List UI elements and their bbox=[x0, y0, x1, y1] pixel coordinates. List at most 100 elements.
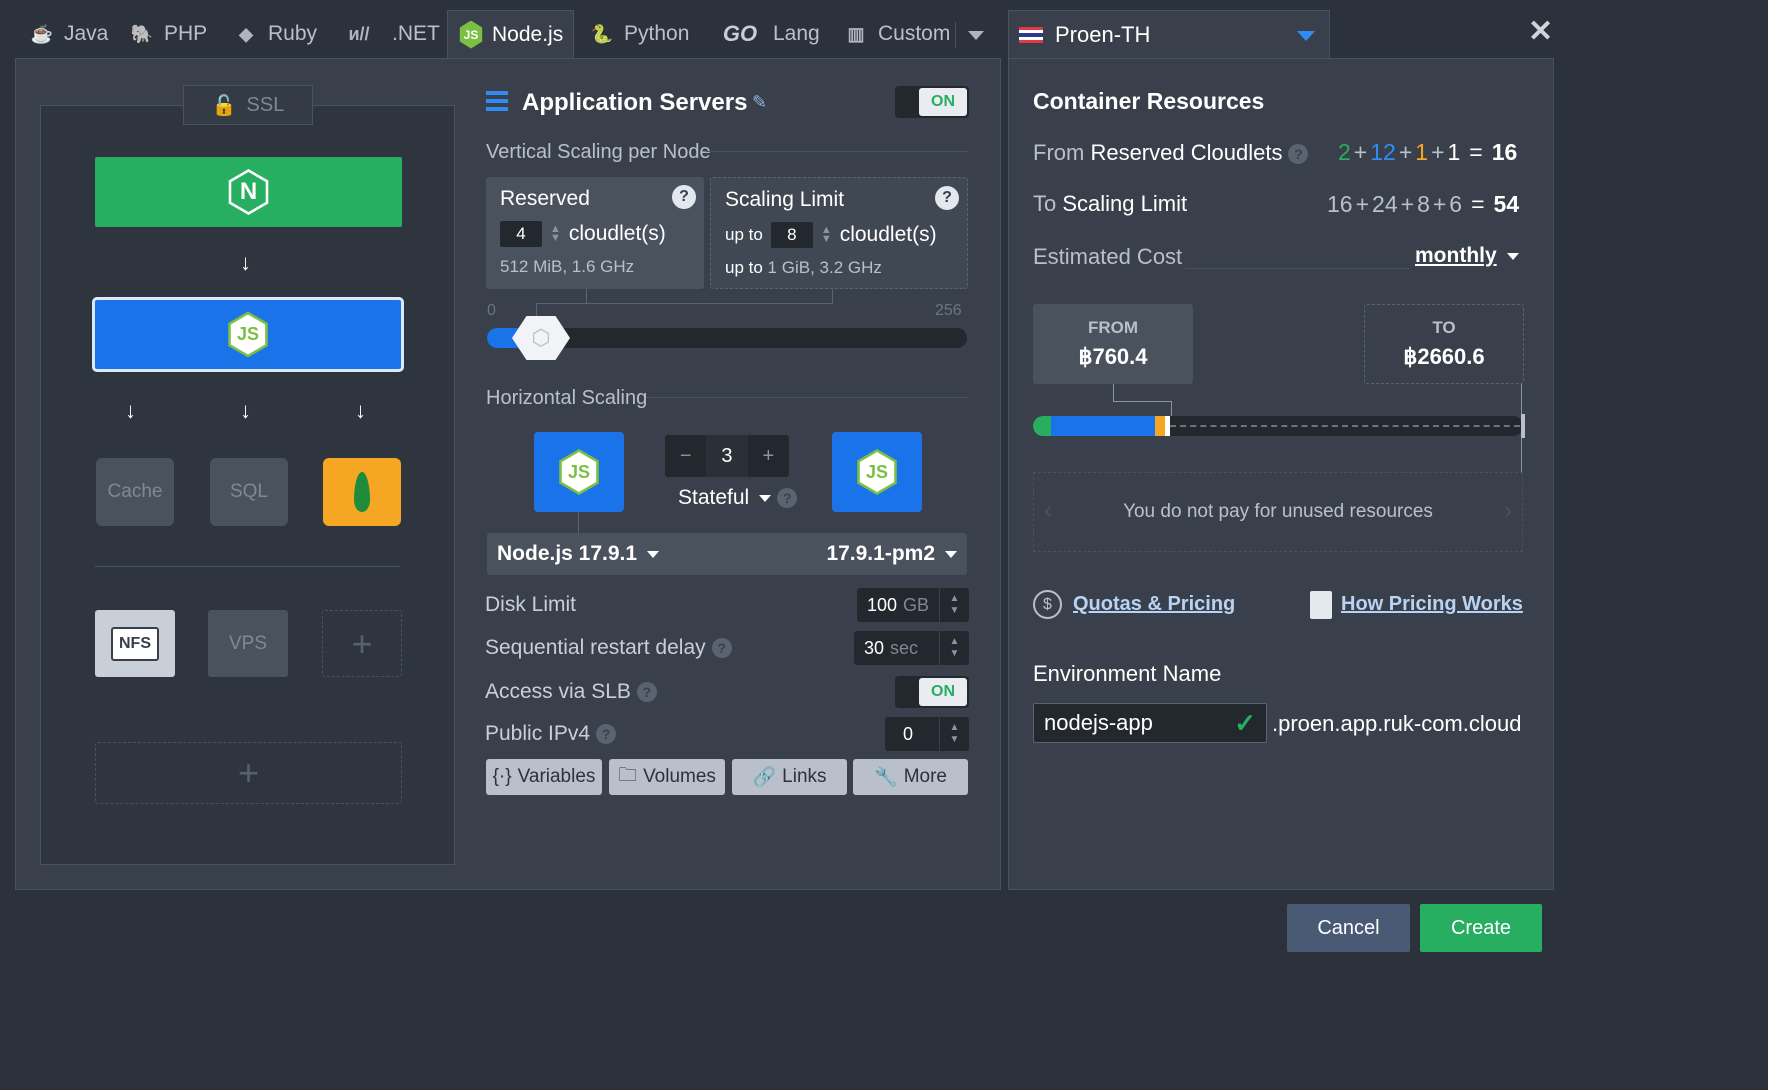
help-icon[interactable]: ? bbox=[711, 638, 732, 659]
help-icon[interactable]: ? bbox=[672, 185, 696, 209]
tab-python[interactable]: 🐍 Python bbox=[578, 10, 699, 58]
slider-min-label: 0 bbox=[487, 302, 496, 319]
nginx-balancer-node[interactable]: N bbox=[95, 157, 402, 227]
tab-java[interactable]: ☕ Java bbox=[18, 10, 118, 58]
public-ipv4-input[interactable]: 0 ▲ ▼ bbox=[885, 717, 969, 751]
tab-custom[interactable]: ▥ Custom bbox=[832, 10, 960, 58]
node-instance-icon: JS bbox=[832, 432, 922, 512]
cache-node[interactable]: Cache bbox=[96, 458, 174, 526]
node-instance-icon: JS bbox=[534, 432, 624, 512]
help-icon[interactable]: ? bbox=[596, 724, 617, 745]
scaling-mode-dropdown[interactable]: Stateful? bbox=[678, 486, 798, 510]
cancel-button[interactable]: Cancel bbox=[1287, 904, 1410, 952]
version-selector: Node.js 17.9.1 17.9.1-pm2 bbox=[487, 533, 967, 575]
app-servers-toggle[interactable]: ON bbox=[895, 86, 969, 118]
from-price-box: FROM ฿760.4 bbox=[1033, 304, 1193, 384]
horizontal-scaling-label: Horizontal Scaling bbox=[486, 387, 648, 409]
menu-icon[interactable] bbox=[486, 91, 508, 113]
php-elephant-icon: 🐘 bbox=[130, 23, 154, 44]
thailand-flag-icon bbox=[1019, 26, 1043, 43]
restart-delay-input[interactable]: 30 sec ▲ ▼ bbox=[854, 631, 969, 665]
stepper-arrows-icon[interactable]: ▲ ▼ bbox=[939, 717, 969, 751]
region-selector[interactable]: Proen-TH bbox=[1008, 10, 1330, 58]
tab-nodejs[interactable]: JS Node.js bbox=[447, 10, 574, 58]
cost-bar-white bbox=[1165, 416, 1170, 436]
chevron-down-icon bbox=[647, 550, 660, 558]
cost-period-dropdown[interactable]: monthly bbox=[1415, 244, 1519, 268]
restart-delay-row: Sequential restart delay? 30 sec ▲ ▼ bbox=[485, 630, 969, 666]
engine-version-dropdown[interactable]: Node.js 17.9.1 bbox=[497, 542, 660, 566]
increment-button[interactable]: + bbox=[748, 435, 789, 477]
reserved-cloudlets-formula: 2 + 12 + 1 + 1 = 16 bbox=[1338, 139, 1518, 165]
arrow-down-icon: ↓ bbox=[355, 398, 366, 423]
help-icon[interactable]: ? bbox=[1288, 144, 1309, 165]
chevron-right-icon[interactable]: › bbox=[1504, 497, 1512, 525]
stepper-arrows-icon[interactable]: ▲ ▼ bbox=[939, 631, 969, 665]
document-icon bbox=[1310, 591, 1332, 619]
close-icon[interactable]: ✕ bbox=[1528, 14, 1553, 49]
chevron-left-icon[interactable]: ‹ bbox=[1044, 497, 1052, 525]
more-button[interactable]: 🔧 More bbox=[853, 759, 968, 795]
more-engines-dropdown[interactable] bbox=[955, 22, 995, 48]
reserved-cloudlets-label: From Reserved Cloudlets? bbox=[1033, 140, 1309, 166]
how-pricing-works-link[interactable]: How Pricing Works bbox=[1341, 593, 1523, 616]
node-count-value[interactable]: 3 bbox=[706, 435, 748, 477]
engine-tag-dropdown[interactable]: 17.9.1-pm2 bbox=[826, 542, 957, 566]
stepper-arrows-icon[interactable]: ▲ ▼ bbox=[821, 225, 832, 245]
decrement-button[interactable]: − bbox=[665, 435, 706, 477]
sql-node[interactable]: SQL bbox=[210, 458, 288, 526]
ssl-toggle[interactable]: 🔓 SSL bbox=[183, 85, 313, 125]
chevron-down-icon bbox=[945, 550, 957, 558]
slb-toggle[interactable]: ON bbox=[895, 676, 969, 708]
braces-icon: {·} bbox=[492, 766, 512, 787]
quotas-pricing-link[interactable]: Quotas & Pricing bbox=[1073, 593, 1235, 616]
tab-php[interactable]: 🐘 PHP bbox=[118, 10, 217, 58]
disk-limit-row: Disk Limit 100 GB ▲ ▼ bbox=[485, 587, 969, 623]
nodejs-icon: JS bbox=[228, 311, 268, 358]
lock-icon: 🔓 bbox=[211, 94, 237, 117]
tab-ruby[interactable]: ◆ Ruby bbox=[222, 10, 327, 58]
cost-bar-orange bbox=[1155, 416, 1165, 436]
tab-golang[interactable]: GO Lang bbox=[705, 10, 830, 58]
tab-dotnet[interactable]: ᴎ//.NET bbox=[324, 10, 450, 58]
go-icon: GO bbox=[722, 21, 758, 46]
links-button[interactable]: 🔗 Links bbox=[732, 759, 847, 795]
pricing-carousel: ‹ You do not pay for unused resources › bbox=[1033, 472, 1523, 552]
mongodb-node[interactable] bbox=[323, 458, 401, 526]
arrow-down-icon: ↓ bbox=[240, 398, 251, 423]
estimated-cost-label: Estimated Cost bbox=[1033, 244, 1183, 269]
region-dropdown-icon bbox=[1297, 31, 1315, 41]
node-count-stepper[interactable]: − 3 + bbox=[665, 435, 789, 477]
disk-limit-input[interactable]: 100 GB ▲ ▼ bbox=[857, 588, 969, 622]
help-icon[interactable]: ? bbox=[636, 682, 657, 703]
vps-node[interactable]: VPS bbox=[208, 610, 288, 677]
scaling-limit-input[interactable]: 8 bbox=[770, 222, 813, 248]
arrow-down-icon: ↓ bbox=[240, 250, 251, 275]
python-icon: 🐍 bbox=[590, 23, 614, 44]
add-layer-button[interactable]: + bbox=[95, 742, 402, 804]
dotnet-icon: ᴎ// bbox=[348, 23, 370, 44]
chevron-down-icon bbox=[1506, 252, 1519, 260]
scaling-limit-formula: 16 + 24 + 8 + 6 = 54 bbox=[1327, 191, 1520, 217]
cost-bar-blue bbox=[1051, 416, 1155, 436]
stepper-arrows-icon[interactable]: ▲ ▼ bbox=[550, 224, 561, 244]
app-servers-title: Application Servers bbox=[522, 89, 748, 116]
vertical-scaling-label: Vertical Scaling per Node bbox=[486, 141, 711, 163]
reserved-cloudlets-input[interactable]: 4 bbox=[500, 221, 542, 247]
volumes-button[interactable]: 🗀 Volumes bbox=[609, 759, 725, 795]
help-icon[interactable]: ? bbox=[935, 186, 959, 210]
stepper-arrows-icon[interactable]: ▲ ▼ bbox=[939, 588, 969, 622]
chevron-down-icon bbox=[967, 30, 984, 40]
edit-pencil-icon[interactable]: ✎ bbox=[752, 92, 767, 113]
variables-button[interactable]: {·} Variables bbox=[486, 759, 602, 795]
nodejs-app-server-node[interactable]: JS bbox=[92, 297, 404, 372]
environment-name-label: Environment Name bbox=[1033, 661, 1222, 686]
help-icon[interactable]: ? bbox=[777, 488, 798, 509]
add-node-button[interactable]: + bbox=[322, 610, 402, 677]
custom-grid-icon: ▥ bbox=[847, 23, 865, 44]
nfs-storage-node[interactable]: NFS bbox=[95, 610, 175, 677]
create-button[interactable]: Create bbox=[1420, 904, 1542, 952]
environment-name-input[interactable]: nodejs-app ✓ bbox=[1033, 703, 1267, 743]
to-price-box: TO ฿2660.6 bbox=[1364, 304, 1524, 384]
cost-bar-green bbox=[1033, 416, 1051, 436]
